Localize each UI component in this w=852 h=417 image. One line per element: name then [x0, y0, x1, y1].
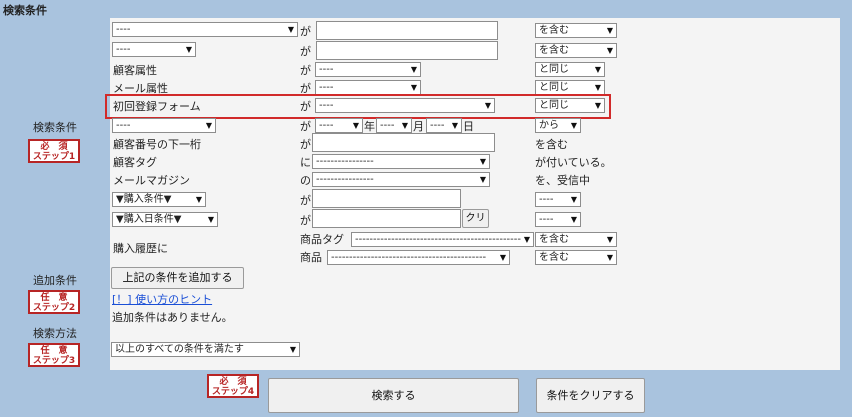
customer-attribute-select[interactable]: ----: [315, 62, 421, 77]
search-method-label: 検索方法: [33, 327, 77, 340]
step2-badge: 任 意 ステップ2: [28, 290, 80, 314]
product-tag-op-select[interactable]: を含む: [535, 232, 617, 247]
purchase-date-select[interactable]: ▼購入日条件▼: [112, 212, 218, 227]
op-select-4[interactable]: と同じ: [535, 80, 605, 95]
value-input-1[interactable]: [316, 21, 498, 40]
ga-label-6: が: [300, 120, 311, 133]
step2-badge-top: 任 意: [40, 293, 68, 303]
customer-tag-select[interactable]: ----------------: [312, 154, 490, 169]
ga-label-2: が: [300, 45, 311, 58]
search-conditions-label: 検索条件: [33, 121, 77, 134]
date-field-select[interactable]: ----: [112, 118, 216, 133]
tagged-text: が付いている。: [535, 156, 612, 169]
add-condition-button[interactable]: 上記の条件を追加する: [111, 267, 244, 289]
step3-badge-top: 任 意: [40, 346, 68, 356]
month-unit: 月: [413, 120, 424, 133]
product-tag-label: 商品タグ: [300, 233, 344, 246]
product-select[interactable]: ----------------------------------------…: [327, 250, 510, 265]
hint-link[interactable]: [！] 使い方のヒント: [112, 291, 212, 307]
product-tag-select[interactable]: ----------------------------------------…: [351, 232, 534, 247]
step3-badge: 任 意 ステップ3: [28, 343, 80, 367]
purchase-condition-input[interactable]: [312, 189, 461, 208]
day-unit: 日: [463, 120, 474, 133]
op-select-2[interactable]: を含む: [535, 43, 617, 58]
purchase-history-label: 購入履歴に: [113, 242, 168, 255]
step4-badge-bottom: ステップ4: [211, 387, 255, 397]
day-select[interactable]: ----: [426, 118, 462, 133]
value-input-2[interactable]: [316, 41, 498, 60]
year-select[interactable]: ----: [315, 118, 363, 133]
mail-magazine-label: メールマガジン: [113, 174, 190, 187]
customer-tag-label: 顧客タグ: [113, 156, 157, 169]
ni-label: に: [300, 156, 311, 169]
month-select[interactable]: ----: [376, 118, 412, 133]
from-select[interactable]: から: [535, 118, 581, 133]
field-select-1[interactable]: ----: [112, 22, 298, 37]
ga-label-1: が: [300, 25, 311, 38]
customer-number-input[interactable]: [312, 133, 495, 152]
highlight-box: [105, 94, 611, 119]
product-label: 商品: [300, 251, 322, 264]
purchase-op-select[interactable]: ----: [535, 192, 581, 207]
step1-badge-bottom: ステップ1: [32, 152, 76, 162]
no-label: の: [300, 174, 311, 187]
contains-text-7: を含む: [535, 138, 568, 151]
no-conditions-text: 追加条件はありません。: [112, 311, 233, 324]
step2-badge-bottom: ステップ2: [32, 303, 76, 313]
op-select-1[interactable]: を含む: [535, 23, 617, 38]
step3-badge-bottom: ステップ3: [32, 356, 76, 366]
op-select-3[interactable]: と同じ: [535, 62, 605, 77]
purchase-date-op-select[interactable]: ----: [535, 212, 581, 227]
step1-badge-top: 必 須: [40, 142, 68, 152]
step1-badge: 必 須 ステップ1: [28, 139, 80, 163]
step4-badge: 必 須 ステップ4: [207, 374, 259, 398]
search-button[interactable]: 検索する: [268, 378, 519, 413]
ga-label-7: が: [300, 138, 311, 151]
clear-conditions-button[interactable]: 条件をクリアする: [536, 378, 645, 413]
purchase-condition-select[interactable]: ▼購入条件▼: [112, 192, 206, 207]
calendar-button[interactable]: クリ: [462, 209, 489, 228]
field-select-2[interactable]: ----: [112, 42, 196, 57]
ga-label-11: が: [300, 214, 311, 227]
customer-number-label: 顧客番号の下一桁: [113, 138, 201, 151]
receiving-text: を、受信中: [535, 174, 590, 187]
product-op-select[interactable]: を含む: [535, 250, 617, 265]
purchase-date-input[interactable]: [312, 209, 461, 228]
customer-attribute-label: 顧客属性: [113, 64, 157, 77]
add-conditions-label: 追加条件: [33, 274, 77, 287]
search-method-select[interactable]: 以上のすべての条件を満たす: [111, 342, 300, 357]
mail-magazine-select[interactable]: ----------------: [312, 172, 490, 187]
ga-label-3: が: [300, 64, 311, 77]
section-title: 検索条件: [3, 4, 47, 17]
step4-badge-top: 必 須: [219, 377, 247, 387]
year-unit: 年: [364, 120, 375, 133]
ga-label-10: が: [300, 194, 311, 207]
mail-attribute-select[interactable]: ----: [315, 80, 421, 95]
